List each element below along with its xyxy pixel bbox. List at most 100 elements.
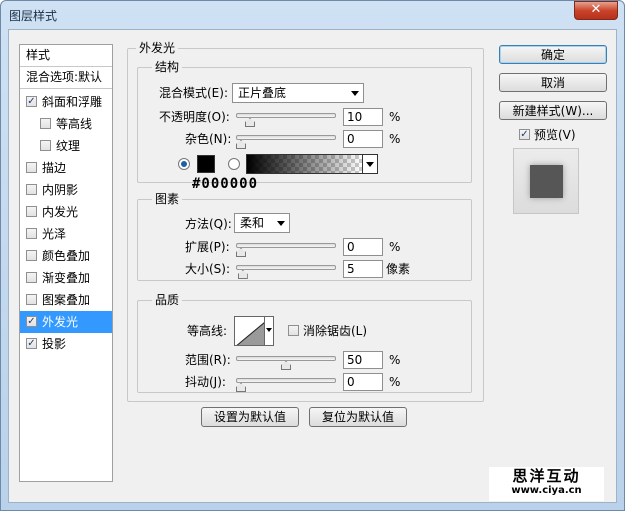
checkbox-icon[interactable] [26,250,37,261]
checkbox-checked-icon[interactable]: ✓ [26,96,37,107]
title-bar[interactable]: 图层样式 ✕ [1,1,624,29]
noise-label: 杂色(N): [185,132,232,146]
size-label: 大小(S): [185,262,231,276]
checkbox-icon[interactable] [26,228,37,239]
watermark-logo: 思洋互动 www.ciya.cn [489,467,604,501]
preview-label[interactable]: 预览(V) [534,127,576,143]
range-unit: % [389,353,401,367]
blend-mode-select[interactable]: 正片叠底 [232,83,364,103]
style-item-pattern-overlay[interactable]: 图案叠加 [20,289,112,311]
jitter-unit: % [389,375,401,389]
checkbox-icon[interactable] [26,206,37,217]
noise-unit: % [389,132,401,146]
preview-checkbox-icon[interactable]: ✓ [519,129,530,140]
style-list-header[interactable]: 样式 [20,45,112,67]
size-input[interactable]: 5 [343,260,383,278]
checkbox-checked-icon[interactable]: ✓ [26,316,37,327]
jitter-label: 抖动(J): [185,375,226,389]
range-slider[interactable] [236,356,336,370]
checkbox-icon[interactable] [26,272,37,283]
ok-button[interactable]: 确定 [499,45,607,64]
style-item-bevel-emboss[interactable]: ✓ 斜面和浮雕 [20,91,112,113]
jitter-input[interactable]: 0 [343,373,383,391]
style-item-satin[interactable]: 光泽 [20,223,112,245]
style-preview [513,148,579,214]
preview-swatch [530,165,563,198]
style-item-gradient-overlay[interactable]: 渐变叠加 [20,267,112,289]
method-value: 柔和 [240,216,265,230]
panel-title: 外发光 [136,41,179,55]
blend-mode-label: 混合模式(E): [159,86,228,100]
spread-slider[interactable] [236,243,336,257]
style-item-contour[interactable]: 等高线 [20,113,112,135]
reset-default-button[interactable]: 复位为默认值 [309,407,407,427]
opacity-input[interactable]: 10 [343,108,383,126]
solid-color-radio[interactable] [178,158,190,170]
style-item-stroke[interactable]: 描边 [20,157,112,179]
gradient-dropdown[interactable] [362,154,378,174]
checkbox-icon[interactable] [40,118,51,129]
watermark-line1: 思洋互动 [512,467,581,485]
style-item-label: 渐变叠加 [42,271,91,285]
spread-unit: % [389,240,401,254]
quality-label: 品质 [152,293,183,307]
close-button[interactable]: ✕ [574,1,618,20]
dialog-client: 样式 混合选项:默认 ✓ 斜面和浮雕 等高线 纹理 描边 内阴影 内发光 光泽 … [8,29,617,503]
size-slider[interactable] [236,265,336,279]
cancel-button[interactable]: 取消 [499,73,607,92]
size-unit: 像素 [386,262,411,276]
jitter-slider[interactable] [236,378,336,392]
style-item-texture[interactable]: 纹理 [20,135,112,157]
noise-slider[interactable] [236,135,336,149]
spread-input[interactable]: 0 [343,238,383,256]
method-label: 方法(Q): [185,217,232,231]
range-input[interactable]: 50 [343,351,383,369]
blend-mode-value: 正片叠底 [238,86,287,100]
antialias-checkbox-icon[interactable] [288,325,299,336]
gradient-radio[interactable] [228,158,240,170]
style-item-inner-shadow[interactable]: 内阴影 [20,179,112,201]
checkbox-checked-icon[interactable]: ✓ [26,338,37,349]
chevron-down-icon [277,221,285,226]
spread-label: 扩展(P): [185,240,230,254]
style-item-inner-glow[interactable]: 内发光 [20,201,112,223]
style-item-label: 纹理 [56,139,81,153]
style-item-label: 图案叠加 [42,293,91,307]
style-item-label: 颜色叠加 [42,249,91,263]
style-item-label: 等高线 [56,117,93,131]
contour-dropdown[interactable] [264,316,274,346]
set-default-button[interactable]: 设置为默认值 [201,407,299,427]
blend-options-item[interactable]: 混合选项:默认 [20,67,112,89]
style-item-label: 描边 [42,161,67,175]
range-label: 范围(R): [185,353,231,367]
antialias-label[interactable]: 消除锯齿(L) [303,323,367,339]
checkbox-icon[interactable] [26,162,37,173]
style-list: 样式 混合选项:默认 ✓ 斜面和浮雕 等高线 纹理 描边 内阴影 内发光 光泽 … [19,44,113,482]
checkbox-icon[interactable] [40,140,51,151]
noise-input[interactable]: 0 [343,130,383,148]
chevron-down-icon [266,328,272,332]
checkbox-icon[interactable] [26,184,37,195]
style-item-label: 斜面和浮雕 [42,95,103,109]
contour-label: 等高线: [187,324,228,338]
style-item-color-overlay[interactable]: 颜色叠加 [20,245,112,267]
opacity-label: 不透明度(O): [159,110,230,124]
checkbox-icon[interactable] [26,294,37,305]
method-select[interactable]: 柔和 [234,213,290,233]
window-title: 图层样式 [9,9,58,23]
elements-label: 图素 [152,192,183,206]
opacity-slider[interactable] [236,113,336,127]
glow-gradient-swatch[interactable] [246,154,363,174]
chevron-down-icon [351,91,359,96]
opacity-unit: % [389,110,401,124]
watermark-line2: www.ciya.cn [511,485,582,496]
color-hex-value: #000000 [192,176,259,192]
style-item-label: 光泽 [42,227,67,241]
new-style-button[interactable]: 新建样式(W)... [499,101,607,120]
style-item-label: 内发光 [42,205,79,219]
glow-color-swatch[interactable] [197,155,215,173]
style-item-drop-shadow[interactable]: ✓ 投影 [20,333,112,355]
structure-label: 结构 [152,60,183,74]
style-item-label: 投影 [42,337,67,351]
style-item-outer-glow[interactable]: ✓ 外发光 [20,311,112,333]
